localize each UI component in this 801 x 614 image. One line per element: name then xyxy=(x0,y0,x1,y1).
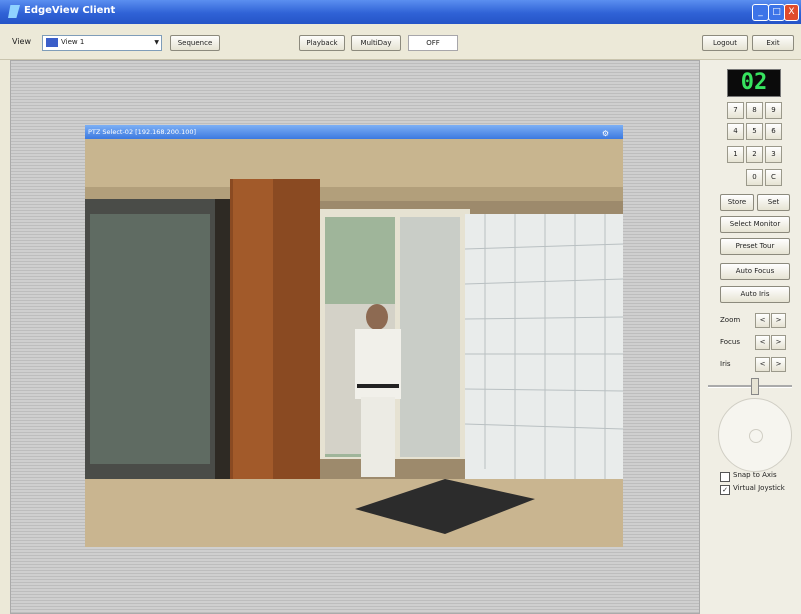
status-field: OFF xyxy=(408,35,458,51)
toolbar: View View 1 ▼ Sequence Playback MultiDay… xyxy=(0,24,801,60)
speed-slider-thumb[interactable] xyxy=(751,378,759,395)
keypad-9[interactable]: 9 xyxy=(765,102,782,119)
view-select-value: View 1 xyxy=(61,38,85,46)
auto-focus-button[interactable]: Auto Focus xyxy=(720,263,790,280)
keypad-8[interactable]: 8 xyxy=(746,102,763,119)
keypad-5[interactable]: 5 xyxy=(746,123,763,140)
zoom-out-button[interactable]: < xyxy=(755,313,770,328)
camera-title-bar[interactable]: PTZ Select-02 [192.168.200.100] ⚙ xyxy=(85,125,623,139)
auto-iris-button[interactable]: Auto Iris xyxy=(720,286,790,303)
view-grid-icon xyxy=(46,38,58,47)
playback-button[interactable]: Playback xyxy=(299,35,345,51)
speed-slider-track[interactable] xyxy=(708,385,792,388)
iris-close-button[interactable]: < xyxy=(755,357,770,372)
zoom-in-button[interactable]: > xyxy=(771,313,786,328)
set-button[interactable]: Set xyxy=(757,194,790,211)
title-bar: EdgeView Client _ □ X xyxy=(0,0,801,24)
keypad-3[interactable]: 3 xyxy=(765,146,782,163)
joystick-handle[interactable] xyxy=(749,429,763,443)
snap-to-axis-label: Snap to Axis xyxy=(733,471,777,479)
monitor-number-display: 02 xyxy=(727,69,781,97)
logout-button[interactable]: Logout xyxy=(702,35,748,51)
iris-label: Iris xyxy=(720,360,731,368)
focus-label: Focus xyxy=(720,338,740,346)
keypad-7[interactable]: 7 xyxy=(727,102,744,119)
zoom-label: Zoom xyxy=(720,316,741,324)
iris-open-button[interactable]: > xyxy=(771,357,786,372)
multiday-button[interactable]: MultiDay xyxy=(351,35,401,51)
app-logo-icon xyxy=(8,5,20,18)
view-label: View xyxy=(12,37,31,46)
keypad-4[interactable]: 4 xyxy=(727,123,744,140)
exit-button[interactable]: Exit xyxy=(752,35,794,51)
chevron-down-icon[interactable]: ▼ xyxy=(154,39,159,46)
sequence-button[interactable]: Sequence xyxy=(170,35,220,51)
store-button[interactable]: Store xyxy=(720,194,754,211)
camera-window[interactable]: PTZ Select-02 [192.168.200.100] ⚙ xyxy=(85,125,623,547)
snap-to-axis-checkbox[interactable] xyxy=(720,472,730,482)
window-title: EdgeView Client xyxy=(24,5,116,16)
keypad-2[interactable]: 2 xyxy=(746,146,763,163)
preset-tour-button[interactable]: Preset Tour xyxy=(720,238,790,255)
camera-video-feed[interactable] xyxy=(85,139,623,547)
virtual-joystick-checkbox[interactable]: ✓ xyxy=(720,485,730,495)
select-monitor-button[interactable]: Select Monitor xyxy=(720,216,790,233)
focus-near-button[interactable]: < xyxy=(755,335,770,350)
virtual-joystick-label: Virtual Joystick xyxy=(733,484,785,492)
keypad-clear[interactable]: C xyxy=(765,169,782,186)
close-button[interactable]: X xyxy=(784,4,799,21)
keypad-0[interactable]: 0 xyxy=(746,169,763,186)
camera-title: PTZ Select-02 [192.168.200.100] xyxy=(88,128,197,136)
focus-far-button[interactable]: > xyxy=(771,335,786,350)
keypad-1[interactable]: 1 xyxy=(727,146,744,163)
minimize-button[interactable]: _ xyxy=(752,4,769,21)
virtual-joystick[interactable] xyxy=(718,398,792,472)
keypad-6[interactable]: 6 xyxy=(765,123,782,140)
view-select[interactable]: View 1 ▼ xyxy=(42,35,162,51)
maximize-button[interactable]: □ xyxy=(768,4,785,21)
